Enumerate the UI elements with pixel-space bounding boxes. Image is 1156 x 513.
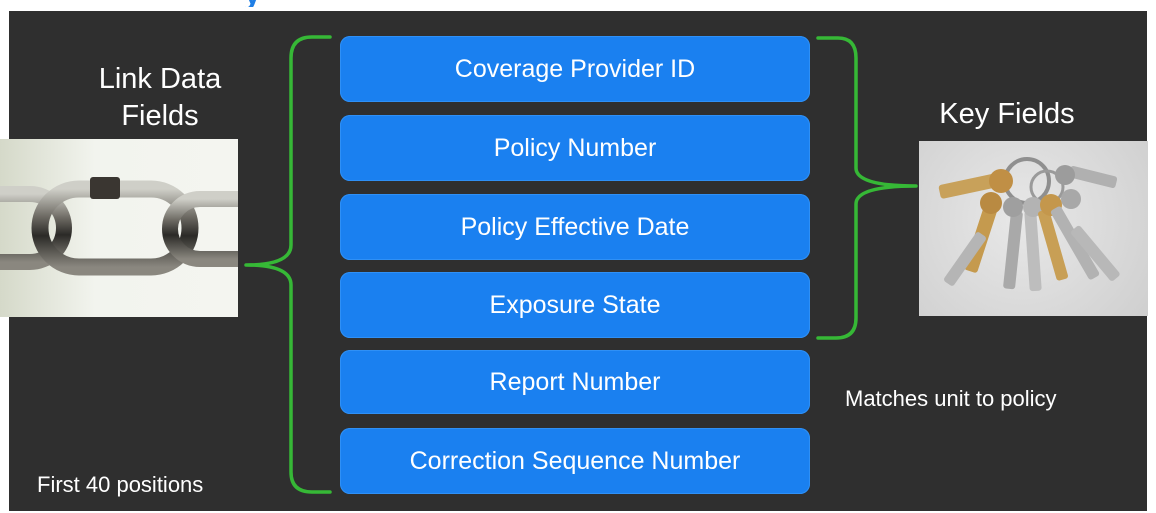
matches-unit-caption: Matches unit to policy [845, 386, 1057, 411]
field-report-number: Report Number [340, 350, 810, 414]
field-correction-sequence-number: Correction Sequence Number [340, 428, 810, 494]
link-data-brace [244, 35, 332, 494]
field-policy-number: Policy Number [340, 115, 810, 181]
field-coverage-provider-id: Coverage Provider ID [340, 36, 810, 102]
field-policy-effective-date: Policy Effective Date [340, 194, 810, 260]
field-exposure-state: Exposure State [340, 272, 810, 338]
key-fields-brace [816, 36, 918, 340]
first-40-positions-caption: First 40 positions [37, 472, 204, 497]
